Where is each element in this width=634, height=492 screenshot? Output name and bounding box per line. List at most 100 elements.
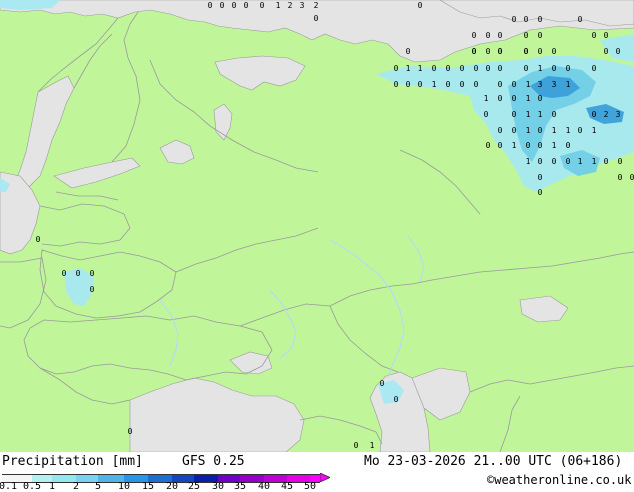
precip-value-label: 0 (394, 395, 399, 404)
precip-value-label: 2 (288, 1, 293, 10)
precip-value-label: 3 (616, 110, 621, 119)
precip-value-label: 0 (474, 64, 479, 73)
precip-value-label: 0 (538, 141, 543, 150)
precip-value-label: 0 (592, 64, 597, 73)
precip-value-label: 0 (552, 64, 557, 73)
precip-value-label: 0 (512, 110, 517, 119)
precip-value-label: 0 (538, 94, 543, 103)
precip-value-label: 0 (498, 94, 503, 103)
precip-value-label: 0 (36, 235, 41, 244)
precip-value-label: 1 (592, 126, 597, 135)
precip-value-label: 0 (592, 31, 597, 40)
precip-value-label: 0 (76, 269, 81, 278)
precip-value-label: 0 (538, 31, 543, 40)
model-name: GFS 0.25 (182, 454, 245, 469)
precip-value-label: 0 (380, 379, 385, 388)
precip-value-label: 1 (526, 80, 531, 89)
precip-value-label: 0 (484, 110, 489, 119)
footer-bar: Precipitation [mm] GFS 0.25 Mo 23-03-202… (0, 452, 634, 492)
precip-value-label: 1 (512, 141, 517, 150)
precip-value-label: 0 (394, 80, 399, 89)
legend-tick-label: 1 (48, 481, 56, 492)
precip-value-label: 0 (512, 15, 517, 24)
precip-value-label: 1 (526, 126, 531, 135)
precip-value-label: 0 (616, 47, 621, 56)
precip-value-label: 0 (460, 64, 465, 73)
precip-value-label: 0 (418, 1, 423, 10)
precip-value-label: 1 (566, 126, 571, 135)
precip-value-label: 1 (552, 141, 557, 150)
precip-value-label: 0 (604, 157, 609, 166)
valid-time: Mo 23-03-2026 21..00 UTC (06+186) (364, 454, 623, 469)
precip-value-label: 0 (498, 31, 503, 40)
precip-value-label: 0 (446, 80, 451, 89)
map-title: Precipitation [mm] (2, 454, 143, 469)
precip-value-label: 0 (486, 141, 491, 150)
precip-value-label: 0 (472, 31, 477, 40)
precip-value-label: 3 (300, 1, 305, 10)
precip-value-label: 0 (538, 47, 543, 56)
precip-value-label: 0 (524, 31, 529, 40)
precip-value-label: 0 (232, 1, 237, 10)
legend-tick-label: 5 (94, 481, 102, 492)
precip-value-label: 0 (526, 141, 531, 150)
precip-value-label: 1 (592, 157, 597, 166)
precip-value-label: 0 (406, 80, 411, 89)
precip-value-label: 3 (538, 80, 543, 89)
precip-value-label: 0 (432, 64, 437, 73)
precip-value-label: 0 (418, 80, 423, 89)
precip-value-label: 1 (406, 64, 411, 73)
legend-tick-label: 20 (165, 481, 179, 492)
precip-value-label: 1 (538, 64, 543, 73)
precip-value-label: 2 (604, 110, 609, 119)
precip-value-label: 0 (578, 126, 583, 135)
precip-value-label: 0 (394, 64, 399, 73)
precip-value-label: 1 (526, 157, 531, 166)
precip-value-label: 0 (512, 126, 517, 135)
precip-value-label: 0 (244, 1, 249, 10)
precip-value-label: 0 (314, 14, 319, 23)
precip-value-label: 0 (512, 80, 517, 89)
precip-value-label: 0 (486, 64, 491, 73)
precip-value-label: 1 (526, 110, 531, 119)
precip-value-label: 0 (604, 47, 609, 56)
precip-value-label: 0 (566, 64, 571, 73)
precip-value-label: 0 (498, 47, 503, 56)
precip-value-label: 0 (354, 441, 359, 450)
precip-value-label: 1 (432, 80, 437, 89)
map-canvas: 0 0 0 0 0 1 2 3 2000 0 0 00 0 0 0 0 0 00 0 0 0 0 00 0 0 0 000 1 1 0 0 0… (0, 0, 634, 453)
precip-value-label: 0 (538, 188, 543, 197)
precip-value-label: 1 (566, 80, 571, 89)
precip-value-label: 0 (538, 157, 543, 166)
precip-value-label: 0 (90, 269, 95, 278)
precip-value-label: 0 (552, 47, 557, 56)
legend-arrow-icon (320, 473, 330, 482)
precip-value-label: 1 (578, 157, 583, 166)
precip-value-label: 0 (552, 110, 557, 119)
precip-value-label: 0 (486, 31, 491, 40)
precip-value-label: 0 (220, 1, 225, 10)
precip-value-label: 0 (486, 47, 491, 56)
legend-tick-label: 30 (211, 481, 225, 492)
precip-value-label: 0 (512, 94, 517, 103)
precip-value-label: 0 (498, 80, 503, 89)
precip-value-label: 0 (566, 157, 571, 166)
precip-value-label: 0 (538, 173, 543, 182)
precip-value-label: 0 (618, 157, 623, 166)
precip-value-label: 1 (552, 126, 557, 135)
legend-tick-label: 2 (72, 481, 80, 492)
legend-tick-label: 0.1 (0, 481, 18, 492)
precip-value-label: 1 (276, 1, 281, 10)
precip-value-label: 0 (524, 15, 529, 24)
precip-value-label: 1 (538, 110, 543, 119)
precip-value-label: 0 (538, 126, 543, 135)
precip-value-label: 2 (314, 1, 319, 10)
legend-tick-label: 40 (257, 481, 271, 492)
legend-tick-label: 10 (117, 481, 131, 492)
legend-tick-label: 15 (141, 481, 155, 492)
precip-value-label: 0 (474, 80, 479, 89)
precip-value-label: 0 (566, 141, 571, 150)
precip-value-label: 0 (604, 31, 609, 40)
legend-tick-label: 35 (233, 481, 247, 492)
credit-link[interactable]: ©weatheronline.co.uk (487, 473, 632, 487)
